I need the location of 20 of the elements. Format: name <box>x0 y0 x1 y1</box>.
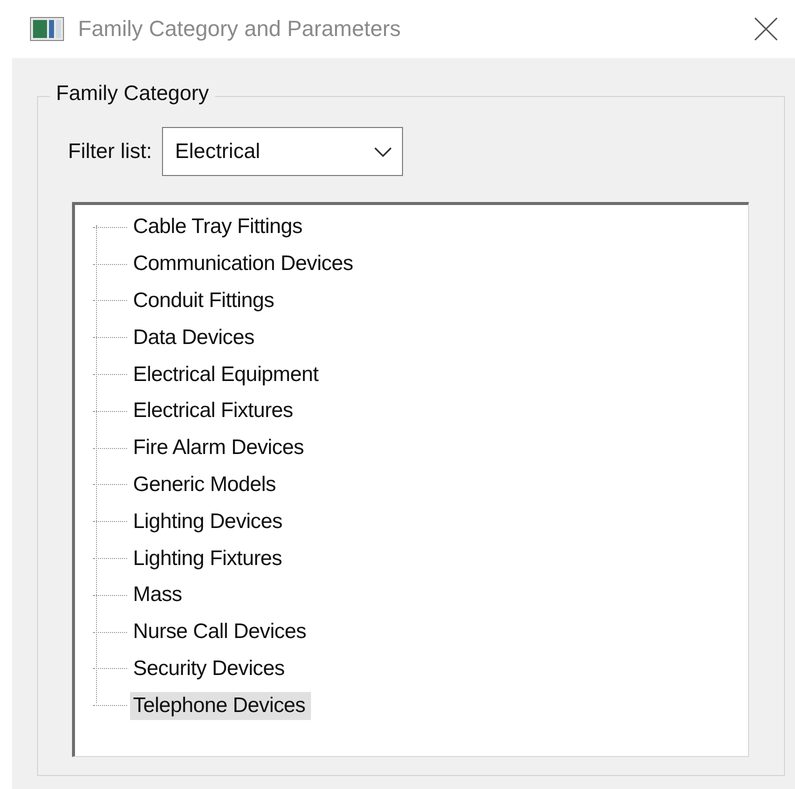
tree-item[interactable]: Nurse Call Devices <box>130 618 312 646</box>
filter-label: Filter list: <box>68 140 152 164</box>
tree-item[interactable]: Lighting Devices <box>130 508 288 536</box>
tree-item[interactable]: Mass <box>130 581 188 610</box>
tree-item[interactable]: Lighting Fixtures <box>130 544 288 573</box>
tree-item[interactable]: Telephone Devices <box>130 692 312 720</box>
filter-dropdown[interactable]: Electrical <box>162 127 403 176</box>
tree-item[interactable]: Data Devices <box>130 324 260 352</box>
tree-item[interactable]: Electrical Equipment <box>130 360 324 389</box>
group-title: Family Category <box>50 82 215 106</box>
tree-item[interactable]: Security Devices <box>130 654 291 683</box>
tree-item[interactable]: Communication Devices <box>130 250 360 278</box>
tree-item[interactable]: Fire Alarm Devices <box>130 434 310 462</box>
tree-item[interactable]: Electrical Fixtures <box>130 397 300 426</box>
tree-item[interactable]: Cable Tray Fittings <box>130 213 308 242</box>
caret-icon <box>374 146 392 158</box>
app-icon <box>30 17 64 41</box>
tree-item[interactable]: Conduit Fittings <box>130 286 280 315</box>
tree-item[interactable]: Generic Models <box>130 470 282 499</box>
window-title: Family Category and Parameters <box>78 16 402 42</box>
